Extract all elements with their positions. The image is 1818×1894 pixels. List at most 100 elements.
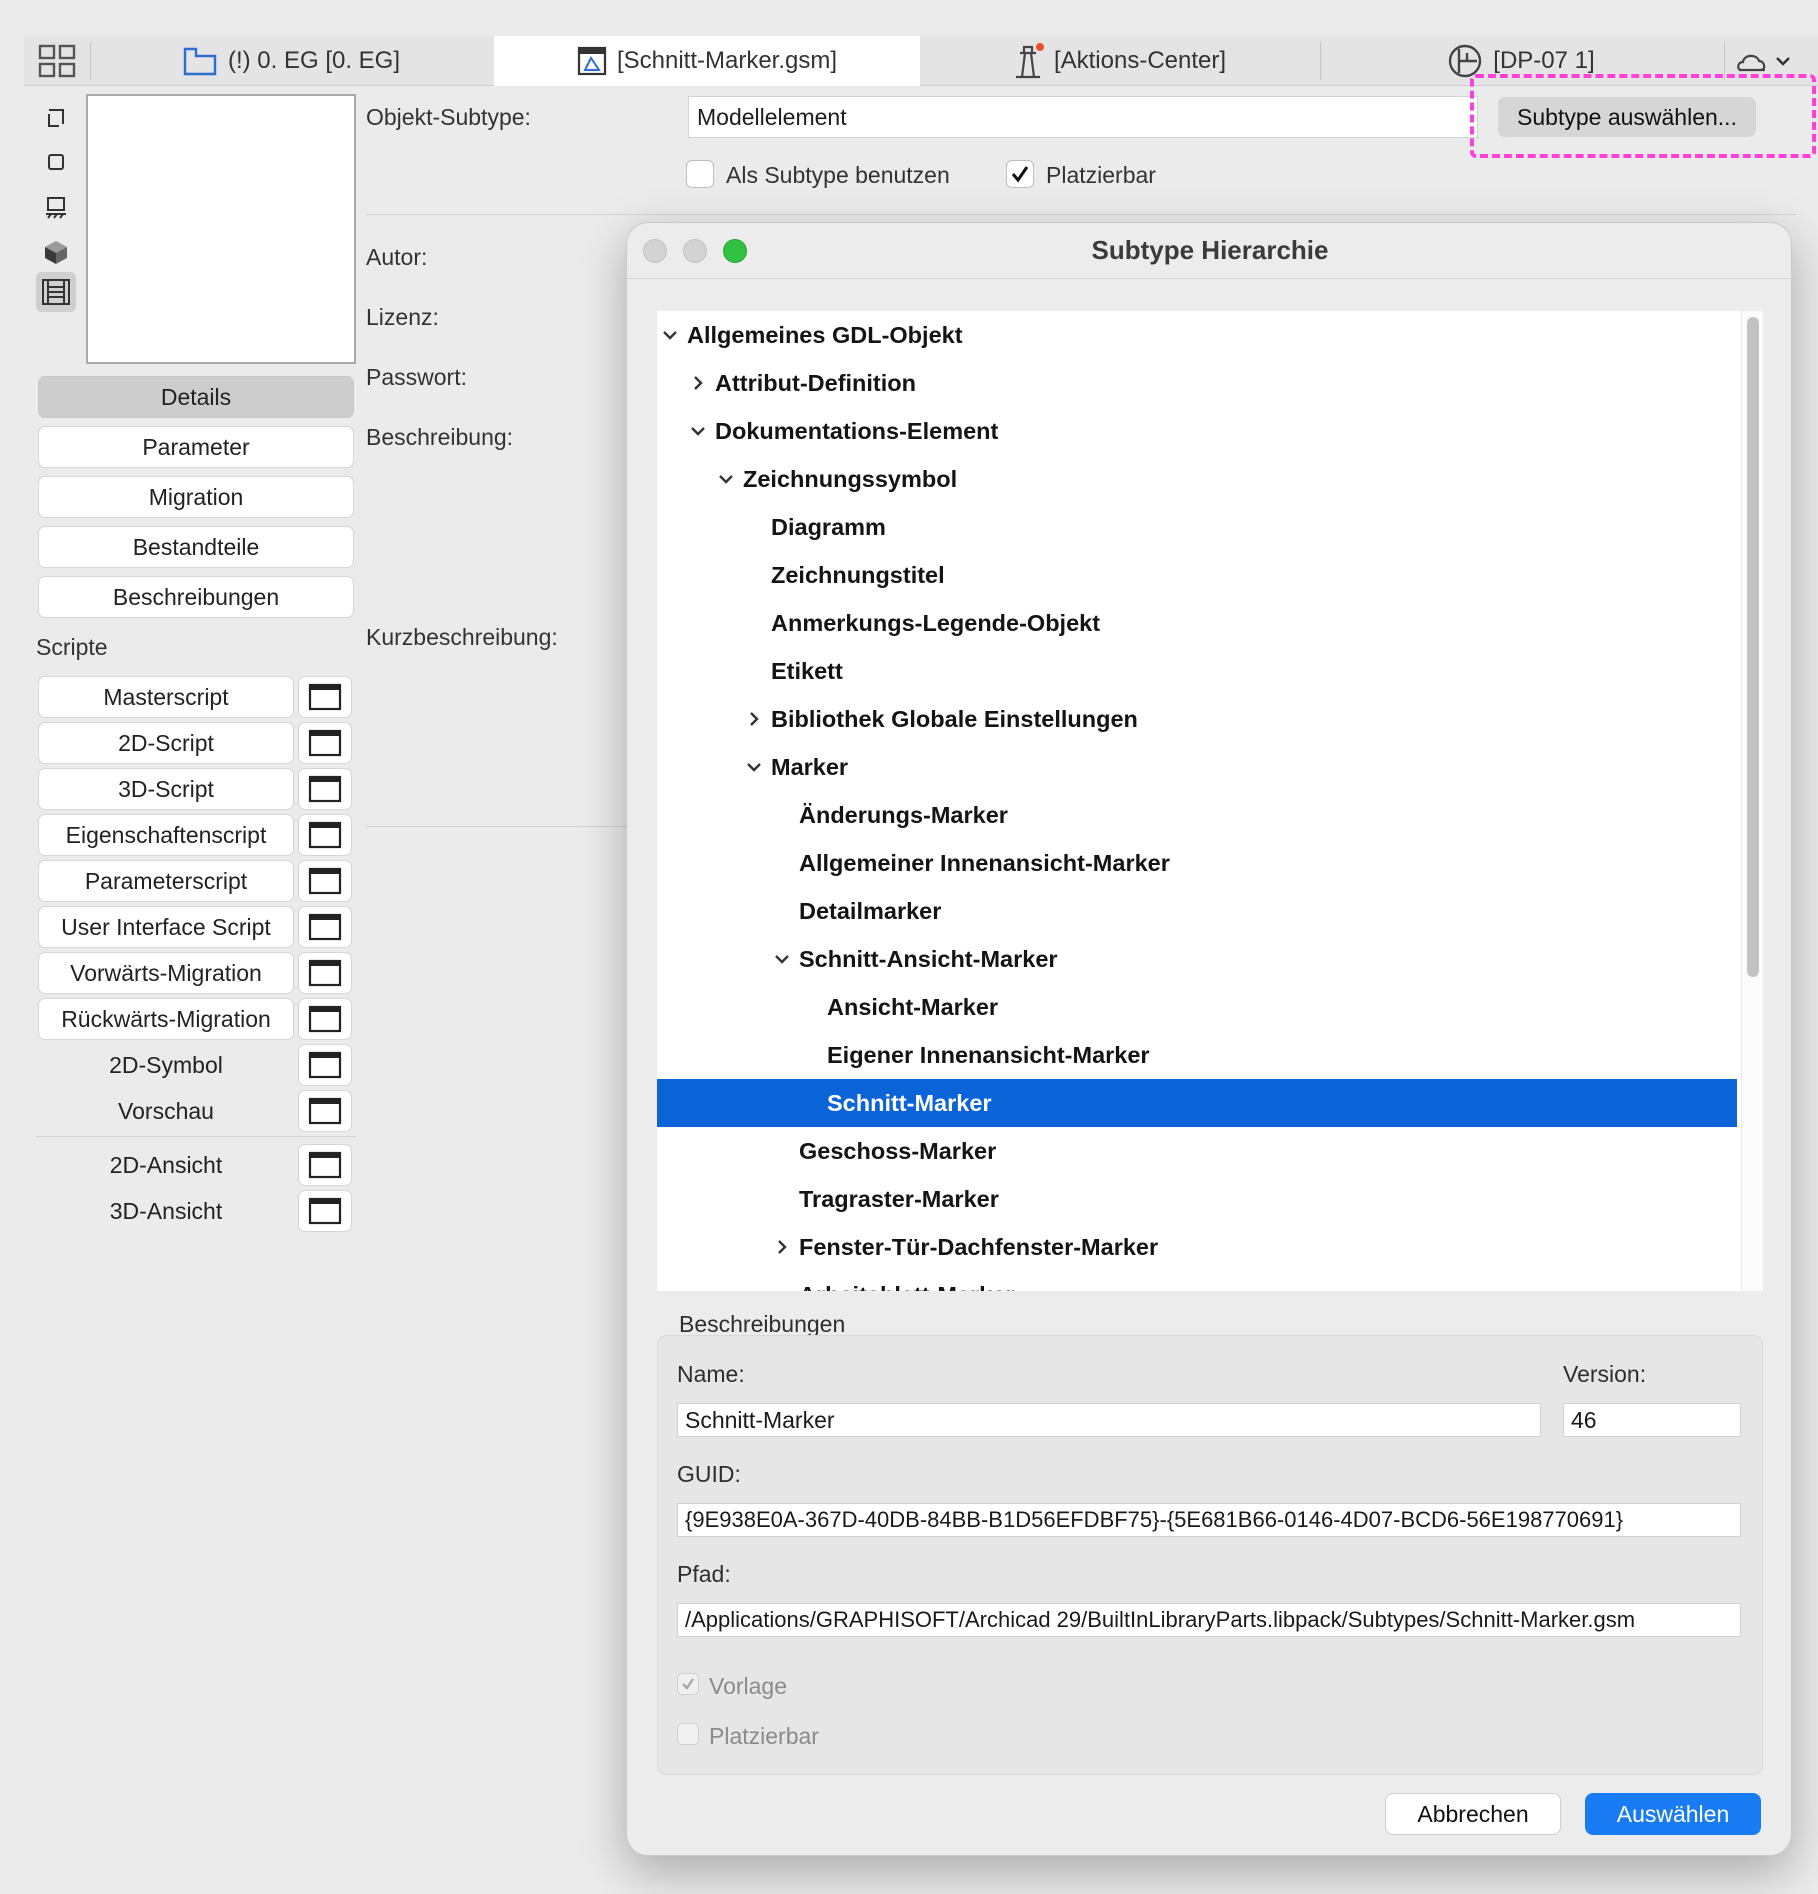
tree-item-label: Zeichnungssymbol [743, 465, 958, 492]
tree-item[interactable]: Änderungs-Marker [657, 791, 1737, 839]
tree-item[interactable]: Zeichnungssymbol [657, 455, 1737, 503]
window-icon [308, 1197, 342, 1225]
tree-item-label: Schnitt-Ansicht-Marker [799, 945, 1058, 972]
script-3d[interactable]: 3D-Script [38, 768, 294, 810]
select-button[interactable]: Auswählen [1585, 1793, 1761, 1835]
tree-item[interactable]: Zeichnungstitel [657, 551, 1737, 599]
gsm-object-icon [577, 46, 607, 76]
nav-migration[interactable]: Migration [38, 476, 354, 518]
open-window-button[interactable] [298, 906, 352, 948]
window-icon [308, 867, 342, 895]
chevron-right-icon[interactable] [771, 1236, 793, 1258]
script-2d[interactable]: 2D-Script [38, 722, 294, 764]
nav-parameter[interactable]: Parameter [38, 426, 354, 468]
checkmark-icon [680, 1676, 696, 1692]
open-window-button[interactable] [298, 768, 352, 810]
tree-item[interactable]: Allgemeiner Innenansicht-Marker [657, 839, 1737, 887]
nav-beschreibungen[interactable]: Beschreibungen [38, 576, 354, 618]
guid-field[interactable]: {9E938E0A-367D-40DB-84BB-B1D56EFDBF75}-{… [677, 1503, 1741, 1537]
floor-symbol-icon[interactable] [36, 188, 76, 228]
template-label: Vorlage [709, 1673, 788, 1699]
script-masterscript[interactable]: Masterscript [38, 676, 294, 718]
tree-item[interactable]: Detailmarker [657, 887, 1737, 935]
name-field[interactable]: Schnitt-Marker [677, 1403, 1541, 1437]
3d-box-icon[interactable] [36, 232, 76, 272]
tree-item[interactable]: Bibliothek Globale Einstellungen [657, 695, 1737, 743]
tree-item-label: Zeichnungstitel [771, 561, 945, 588]
window-icon [308, 683, 342, 711]
chevron-down-icon [1775, 55, 1791, 67]
tab-gsm-object[interactable]: [Schnitt-Marker.gsm] [494, 36, 920, 86]
open-window-button[interactable] [298, 1144, 352, 1186]
subtype-tree[interactable]: Allgemeines GDL-Objekt Attribut-Definitio… [657, 311, 1763, 1291]
window-icon [308, 775, 342, 803]
template-checkbox [677, 1673, 699, 1695]
tree-item[interactable]: Marker [657, 743, 1737, 791]
use-as-subtype-label: Als Subtype benutzen [726, 162, 950, 188]
open-window-button[interactable] [298, 814, 352, 856]
script-properties[interactable]: Eigenschaftenscript [38, 814, 294, 856]
tab-floor-plan[interactable]: (!) 0. EG [0. EG] [91, 36, 491, 86]
chevron-down-icon[interactable] [715, 468, 737, 490]
dialog-title: Subtype Hierarchie [627, 223, 1791, 279]
chevron-down-icon[interactable] [771, 948, 793, 970]
license-label: Lizenz: [366, 304, 439, 330]
chevron-right-icon[interactable] [743, 708, 765, 730]
script-forward-migration[interactable]: Vorwärts-Migration [38, 952, 294, 994]
version-field[interactable]: 46 [1563, 1403, 1741, 1437]
script-parameter[interactable]: Parameterscript [38, 860, 294, 902]
tree-item[interactable]: Anmerkungs-Legende-Objekt [657, 599, 1737, 647]
chevron-down-icon[interactable] [687, 420, 709, 442]
open-window-button[interactable] [298, 1044, 352, 1086]
tree-item[interactable]: Etikett [657, 647, 1737, 695]
password-label: Passwort: [366, 364, 467, 390]
placeable-checkbox[interactable] [1006, 160, 1034, 188]
square-icon[interactable] [36, 142, 76, 182]
cancel-button[interactable]: Abbrechen [1385, 1793, 1561, 1835]
tree-item[interactable]: Tragraster-Marker [657, 1175, 1737, 1223]
select-2d-icon[interactable] [36, 98, 76, 138]
tab-action-center[interactable]: [Aktions-Center] [920, 36, 1318, 86]
tree-item[interactable]: Schnitt-Marker [657, 1079, 1737, 1127]
view-2d[interactable]: 2D-Ansicht [38, 1144, 294, 1186]
tree-item[interactable]: Diagramm [657, 503, 1737, 551]
symbol-2d[interactable]: 2D-Symbol [38, 1044, 294, 1086]
tree-item[interactable]: Arbeitsblatt-Marker [657, 1271, 1737, 1292]
guid-label: GUID: [677, 1461, 741, 1487]
window-icon [308, 1151, 342, 1179]
grid-view-icon[interactable] [38, 44, 76, 78]
open-window-button[interactable] [298, 998, 352, 1040]
tree-item[interactable]: Schnitt-Ansicht-Marker [657, 935, 1737, 983]
tree-item[interactable]: Ansicht-Marker [657, 983, 1737, 1031]
open-window-button[interactable] [298, 676, 352, 718]
open-window-button[interactable] [298, 722, 352, 764]
use-as-subtype-checkbox[interactable] [686, 160, 714, 188]
open-window-button[interactable] [298, 1090, 352, 1132]
open-window-button[interactable] [298, 952, 352, 994]
tree-item[interactable]: Attribut-Definition [657, 359, 1737, 407]
tree-item[interactable]: Eigener Innenansicht-Marker [657, 1031, 1737, 1079]
nav-details[interactable]: Details [38, 376, 354, 418]
view-3d[interactable]: 3D-Ansicht [38, 1190, 294, 1232]
tree-item[interactable]: Allgemeines GDL-Objekt [657, 311, 1737, 359]
open-window-button[interactable] [298, 1190, 352, 1232]
tree-item[interactable]: Geschoss-Marker [657, 1127, 1737, 1175]
window-icon [308, 959, 342, 987]
path-field[interactable]: /Applications/GRAPHISOFT/Archicad 29/Bui… [677, 1603, 1741, 1637]
open-window-button[interactable] [298, 860, 352, 902]
script-backward-migration[interactable]: Rückwärts-Migration [38, 998, 294, 1040]
preview-picture[interactable]: Vorschau [38, 1090, 294, 1132]
nav-bestandteile[interactable]: Bestandteile [38, 526, 354, 568]
chevron-down-icon[interactable] [743, 756, 765, 778]
script-user-interface[interactable]: User Interface Script [38, 906, 294, 948]
chevron-right-icon[interactable] [687, 372, 709, 394]
tree-item[interactable]: Fenster-Tür-Dachfenster-Marker [657, 1223, 1737, 1271]
chevron-down-icon[interactable] [659, 324, 681, 346]
tree-item[interactable]: Dokumentations-Element [657, 407, 1737, 455]
subtype-field: Modellelement [688, 96, 1478, 138]
tree-scrollbar-thumb[interactable] [1747, 317, 1759, 977]
tree-item-label: Diagramm [771, 513, 886, 540]
list-view-icon[interactable] [36, 272, 76, 312]
tree-item-label: Tragraster-Marker [799, 1185, 999, 1212]
cloud-icon [1735, 48, 1769, 74]
